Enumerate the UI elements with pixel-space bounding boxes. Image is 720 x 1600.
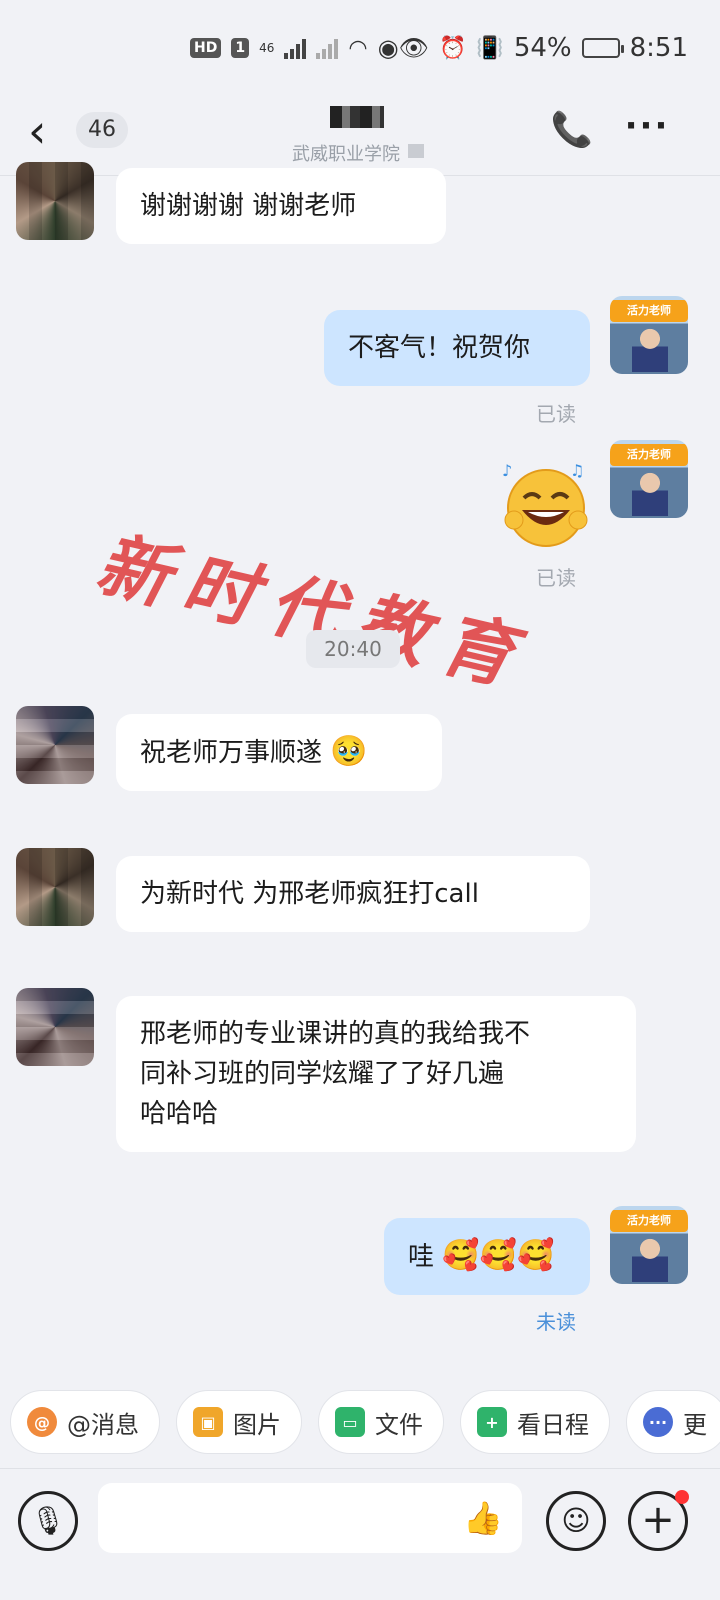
teacher-photo xyxy=(632,1236,668,1282)
message-text: 为新时代 为邢老师疯狂打call xyxy=(140,879,479,909)
chevron-left-icon: ‹ xyxy=(28,104,47,158)
laughing-emoji-icon[interactable]: ♪ ♫ xyxy=(500,460,590,550)
vibrate-icon: 📳 xyxy=(476,35,504,61)
plus-button[interactable]: + xyxy=(628,1490,689,1551)
teacher-avatar[interactable]: 活力老师 xyxy=(610,296,688,374)
smile-icon: ☺ xyxy=(561,1504,591,1537)
signal-icon xyxy=(284,37,307,59)
teacher-badge: 活力老师 xyxy=(610,300,688,322)
status-left: HD 1 46 ◠ ◉ xyxy=(190,34,399,62)
battery-icon xyxy=(581,38,624,58)
thumbs-up-button[interactable]: 👍 xyxy=(460,1495,506,1541)
watermark-text: 新时代教育 xyxy=(89,520,538,703)
read-status: 已读 xyxy=(536,402,576,426)
unread-status: 未读 xyxy=(536,1310,576,1334)
teacher-photo xyxy=(632,326,668,372)
kiss-emoji-icon: 🥰🥰🥰 xyxy=(442,1238,555,1273)
chat-header: ‹ 46 武威职业学院 📞 ··· xyxy=(0,96,720,176)
calendar-button[interactable]: + 看日程 xyxy=(460,1390,610,1454)
message-text: 谢谢谢谢 谢谢老师 xyxy=(140,191,357,221)
back-button[interactable]: ‹ xyxy=(28,106,68,156)
subtitle-redacted xyxy=(408,144,424,158)
sim-slot-badge: 1 xyxy=(231,38,250,58)
plus-icon: + xyxy=(641,1497,675,1543)
unread-count-badge[interactable]: 46 xyxy=(76,112,128,148)
file-button[interactable]: ▭ 文件 xyxy=(318,1390,444,1454)
wifi-icon: ◠ xyxy=(348,35,368,61)
battery-percent: 54% xyxy=(513,33,572,63)
teacher-avatar[interactable]: 活力老师 xyxy=(610,440,688,518)
time-separator: 20:40 xyxy=(306,630,400,668)
teacher-badge: 活力老师 xyxy=(610,1210,688,1232)
message-text: 祝老师万事顺遂 xyxy=(140,738,323,768)
chip-label: 看日程 xyxy=(517,1410,589,1439)
chat-title-redacted xyxy=(330,106,384,128)
at-icon: @ xyxy=(27,1407,57,1437)
message-text: 不客气！祝贺你 xyxy=(348,333,531,363)
message-text: 哇 xyxy=(408,1242,435,1272)
notification-dot xyxy=(675,1490,689,1504)
eye-icon: 👁 xyxy=(398,34,429,62)
alarm-icon: ⏰ xyxy=(439,35,467,61)
contact-avatar[interactable] xyxy=(16,988,94,1066)
message-bubble-self[interactable]: 不客气！祝贺你 xyxy=(324,310,590,386)
chip-label: 文件 xyxy=(375,1410,423,1439)
chat-subtitle: 武威职业学院 xyxy=(292,144,400,165)
status-right: 👁 ⏰ 📳 54% 8:51 xyxy=(399,33,688,63)
teacher-avatar[interactable]: 活力老师 xyxy=(610,1206,688,1284)
contact-avatar[interactable] xyxy=(16,162,94,240)
clock: 8:51 xyxy=(629,33,688,63)
message-text-line: 邢老师的专业课讲的真的我给我不 xyxy=(140,1019,531,1049)
chip-label: 更 xyxy=(683,1410,707,1439)
calendar-icon: + xyxy=(477,1407,507,1437)
chip-label: 图片 xyxy=(233,1410,281,1439)
folder-icon: ▭ xyxy=(335,1407,365,1437)
message-bubble[interactable]: 邢老师的专业课讲的真的我给我不 同补习班的同学炫耀了了好几遍 哈哈哈 xyxy=(116,996,636,1152)
microphone-icon: 🎙 xyxy=(30,1504,66,1537)
message-bubble[interactable]: 祝老师万事顺遂 🥹 xyxy=(116,714,442,791)
message-text-line: 哈哈哈 xyxy=(140,1099,219,1129)
message-text-line: 同补习班的同学炫耀了了好几遍 xyxy=(140,1059,505,1089)
contact-avatar[interactable] xyxy=(16,706,94,784)
emoji-button[interactable]: ☺ xyxy=(546,1491,606,1551)
input-bar: 🎙 👍 ☺ + xyxy=(0,1468,720,1600)
more-icon: ··· xyxy=(624,106,670,146)
message-bubble-self[interactable]: 哇 🥰🥰🥰 xyxy=(384,1218,590,1295)
more-button[interactable]: ··· xyxy=(622,106,672,154)
network-type: 46 xyxy=(259,41,275,55)
image-icon: ▣ xyxy=(193,1407,223,1437)
at-message-button[interactable]: @ @消息 xyxy=(10,1390,160,1454)
voice-button[interactable]: 🎙 xyxy=(18,1491,78,1551)
pleading-emoji-icon: 🥹 xyxy=(330,734,368,769)
hotspot-icon: ◉ xyxy=(377,34,399,62)
contact-avatar[interactable] xyxy=(16,848,94,926)
image-button[interactable]: ▣ 图片 xyxy=(176,1390,302,1454)
hd-badge: HD xyxy=(190,38,222,58)
more-dots-icon: ··· xyxy=(643,1407,673,1437)
svg-text:♫: ♫ xyxy=(570,461,584,480)
teacher-photo xyxy=(632,470,668,516)
thumbs-up-icon: 👍 xyxy=(463,1499,503,1537)
message-bubble[interactable]: 谢谢谢谢 谢谢老师 xyxy=(116,168,446,244)
chip-label: @消息 xyxy=(67,1410,139,1439)
video-call-button[interactable]: 📞 xyxy=(548,106,596,154)
quick-action-bar: @ @消息 ▣ 图片 ▭ 文件 + 看日程 ··· 更 xyxy=(0,1390,720,1462)
more-actions-button[interactable]: ··· 更 xyxy=(626,1390,720,1454)
message-input[interactable] xyxy=(98,1483,522,1553)
read-status: 已读 xyxy=(536,566,576,590)
status-bar: HD 1 46 ◠ ◉ 👁 ⏰ 📳 54% 8:51 xyxy=(0,0,720,96)
message-bubble[interactable]: 为新时代 为邢老师疯狂打call xyxy=(116,856,590,932)
video-call-icon: 📞 xyxy=(550,110,594,150)
svg-text:♪: ♪ xyxy=(502,461,512,480)
signal-2-icon xyxy=(316,37,339,59)
teacher-badge: 活力老师 xyxy=(610,444,688,466)
